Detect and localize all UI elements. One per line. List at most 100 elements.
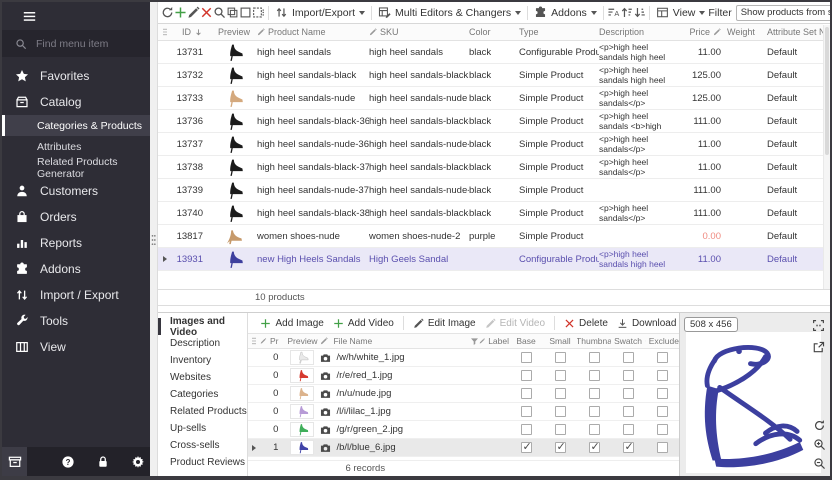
- product-row-13817[interactable]: 13817women shoes-nudewomen shoes-nude-2p…: [158, 225, 823, 248]
- image-row-r-e-red-1-jpg[interactable]: 0/r/e/red_1.jpg: [248, 367, 679, 385]
- sidebar-item-view[interactable]: View: [2, 334, 150, 360]
- edit-button[interactable]: [187, 4, 200, 21]
- column-header-type[interactable]: Type: [519, 27, 599, 37]
- divider-grip-icon[interactable]: [151, 232, 156, 248]
- menu-view[interactable]: View: [653, 6, 709, 19]
- multi-select-button[interactable]: [252, 4, 265, 21]
- sidebar-item-customers[interactable]: Customers: [2, 178, 150, 204]
- sort-up-button[interactable]: [620, 4, 633, 21]
- small-checkbox[interactable]: [555, 424, 566, 435]
- product-row-13931[interactable]: 13931new High Heels SandalsHigh Geels Sa…: [158, 248, 823, 271]
- base-checkbox[interactable]: [521, 370, 532, 381]
- help-button[interactable]: ?: [55, 447, 80, 476]
- base-checkbox[interactable]: [521, 406, 532, 417]
- column-header-pr[interactable]: Pr: [260, 336, 284, 346]
- column-header-swatch[interactable]: Swatch: [611, 336, 645, 346]
- search-button[interactable]: [213, 4, 226, 21]
- small-checkbox[interactable]: [555, 388, 566, 399]
- column-header-color[interactable]: Color: [469, 27, 519, 37]
- filter-dropdown[interactable]: Show products from selected categories: [736, 5, 832, 21]
- column-header-preview[interactable]: Preview: [211, 27, 257, 37]
- open-external-icon[interactable]: [812, 341, 825, 354]
- swatch-checkbox[interactable]: [623, 388, 634, 399]
- column-header-base[interactable]: Base: [509, 336, 543, 346]
- panel-divider[interactable]: [150, 2, 158, 476]
- zoom-out-icon[interactable]: [813, 457, 826, 470]
- zoom-in-icon[interactable]: [813, 438, 826, 451]
- exclude-checkbox[interactable]: [657, 442, 668, 453]
- sort-az-button[interactable]: A: [607, 4, 620, 21]
- column-header-weight[interactable]: Weight: [727, 27, 759, 37]
- sidebar-item-catalog[interactable]: Catalog: [2, 89, 150, 115]
- column-header-small[interactable]: Small: [543, 336, 577, 346]
- add-video-button[interactable]: Add Video: [330, 318, 397, 329]
- product-row-13740[interactable]: 13740high heel sandals-black-38high heel…: [158, 202, 823, 225]
- tab-websites[interactable]: Websites: [158, 369, 247, 386]
- tab-product-reviews[interactable]: Product Reviews: [158, 454, 247, 471]
- hamburger-menu-icon[interactable]: [21, 10, 38, 23]
- base-checkbox[interactable]: [521, 352, 532, 363]
- base-checkbox[interactable]: [521, 388, 532, 399]
- tab-inventory[interactable]: Inventory: [158, 352, 247, 369]
- sidebar-item-favorites[interactable]: Favorites: [2, 63, 150, 89]
- product-row-13738[interactable]: 13738high heel sandals-black-37high heel…: [158, 156, 823, 179]
- tab-categories[interactable]: Categories: [158, 386, 247, 403]
- grid-scrollbar-thumb[interactable]: [825, 27, 829, 155]
- rotate-icon[interactable]: [813, 419, 826, 432]
- tab-description[interactable]: Description: [158, 335, 247, 352]
- sidebar-item-categories-products[interactable]: Categories & Products: [2, 115, 150, 136]
- column-header-label[interactable]: Label: [479, 336, 509, 346]
- tab-related-products[interactable]: Related Products: [158, 403, 247, 420]
- image-row-w-h-white-1-jpg[interactable]: 0/w/h/white_1.jpg: [248, 349, 679, 367]
- swatch-checkbox[interactable]: [623, 406, 634, 417]
- column-header-price[interactable]: Price: [671, 27, 727, 37]
- column-header-attribute-set-name[interactable]: Attribute Set Name: [759, 27, 823, 37]
- product-row-13737[interactable]: 13737high heel sandals-nude-36high heel …: [158, 133, 823, 156]
- store-button[interactable]: [2, 447, 27, 476]
- column-header-product-name[interactable]: Product Name: [257, 27, 369, 37]
- sidebar-item-related-products-generator[interactable]: Related Products Generator: [2, 157, 150, 178]
- column-header-exclude[interactable]: Exclude: [645, 336, 679, 346]
- image-row-g-r-green-2-jpg[interactable]: 0/g/r/green_2.jpg: [248, 421, 679, 439]
- column-header-sku[interactable]: SKU: [369, 27, 469, 37]
- exclude-checkbox[interactable]: [657, 406, 668, 417]
- download-image-button[interactable]: Download Image: [614, 318, 679, 329]
- edit-image-button[interactable]: Edit Image: [410, 318, 479, 329]
- swatch-checkbox[interactable]: [623, 370, 634, 381]
- thumbnail-checkbox[interactable]: [589, 388, 600, 399]
- column-header-description[interactable]: Description: [599, 27, 671, 37]
- menu-addons[interactable]: Addons: [531, 6, 600, 19]
- column-header-file-name[interactable]: File Name: [320, 336, 479, 346]
- exclude-checkbox[interactable]: [657, 370, 668, 381]
- small-checkbox[interactable]: [555, 370, 566, 381]
- thumbnail-checkbox[interactable]: [589, 352, 600, 363]
- product-row-13731[interactable]: 13731high heel sandalshigh heel sandalsb…: [158, 41, 823, 64]
- swatch-checkbox[interactable]: [623, 352, 634, 363]
- sort-down-button[interactable]: [633, 4, 646, 21]
- column-header-id[interactable]: ID: [171, 27, 211, 37]
- tab-up-sells[interactable]: Up-sells: [158, 420, 247, 437]
- checkbox-button[interactable]: [239, 4, 252, 21]
- add-image-button[interactable]: Add Image: [257, 318, 326, 329]
- product-row-13733[interactable]: 13733high heel sandals-nudehigh heel san…: [158, 87, 823, 110]
- swatch-checkbox[interactable]: [623, 424, 634, 435]
- image-row-b-l-blue-6-jpg[interactable]: 1/b/l/blue_6.jpg: [248, 439, 679, 457]
- base-checkbox[interactable]: [521, 442, 532, 453]
- copy-button[interactable]: [226, 4, 239, 21]
- tab-cross-sells[interactable]: Cross-sells: [158, 437, 247, 454]
- image-row-n-u-nude-jpg[interactable]: 0/n/u/nude.jpg: [248, 385, 679, 403]
- sidebar-item-attributes[interactable]: Attributes: [2, 136, 150, 157]
- exclude-checkbox[interactable]: [657, 424, 668, 435]
- delete-button[interactable]: [200, 4, 213, 21]
- sidebar-item-addons[interactable]: Addons: [2, 256, 150, 282]
- thumbnail-checkbox[interactable]: [589, 406, 600, 417]
- fit-to-size-icon[interactable]: [812, 319, 825, 332]
- column-header-thumbna[interactable]: Thumbna: [577, 336, 611, 346]
- exclude-checkbox[interactable]: [657, 352, 668, 363]
- product-row-13732[interactable]: 13732high heel sandals-blackhigh heel sa…: [158, 64, 823, 87]
- menu-import-export[interactable]: Import/Export: [272, 6, 368, 19]
- menu-multi-editors-changers[interactable]: Multi Editors & Changers: [375, 6, 524, 19]
- small-checkbox[interactable]: [555, 442, 566, 453]
- grid-scrollbar[interactable]: [823, 25, 830, 289]
- add-button[interactable]: [174, 4, 187, 21]
